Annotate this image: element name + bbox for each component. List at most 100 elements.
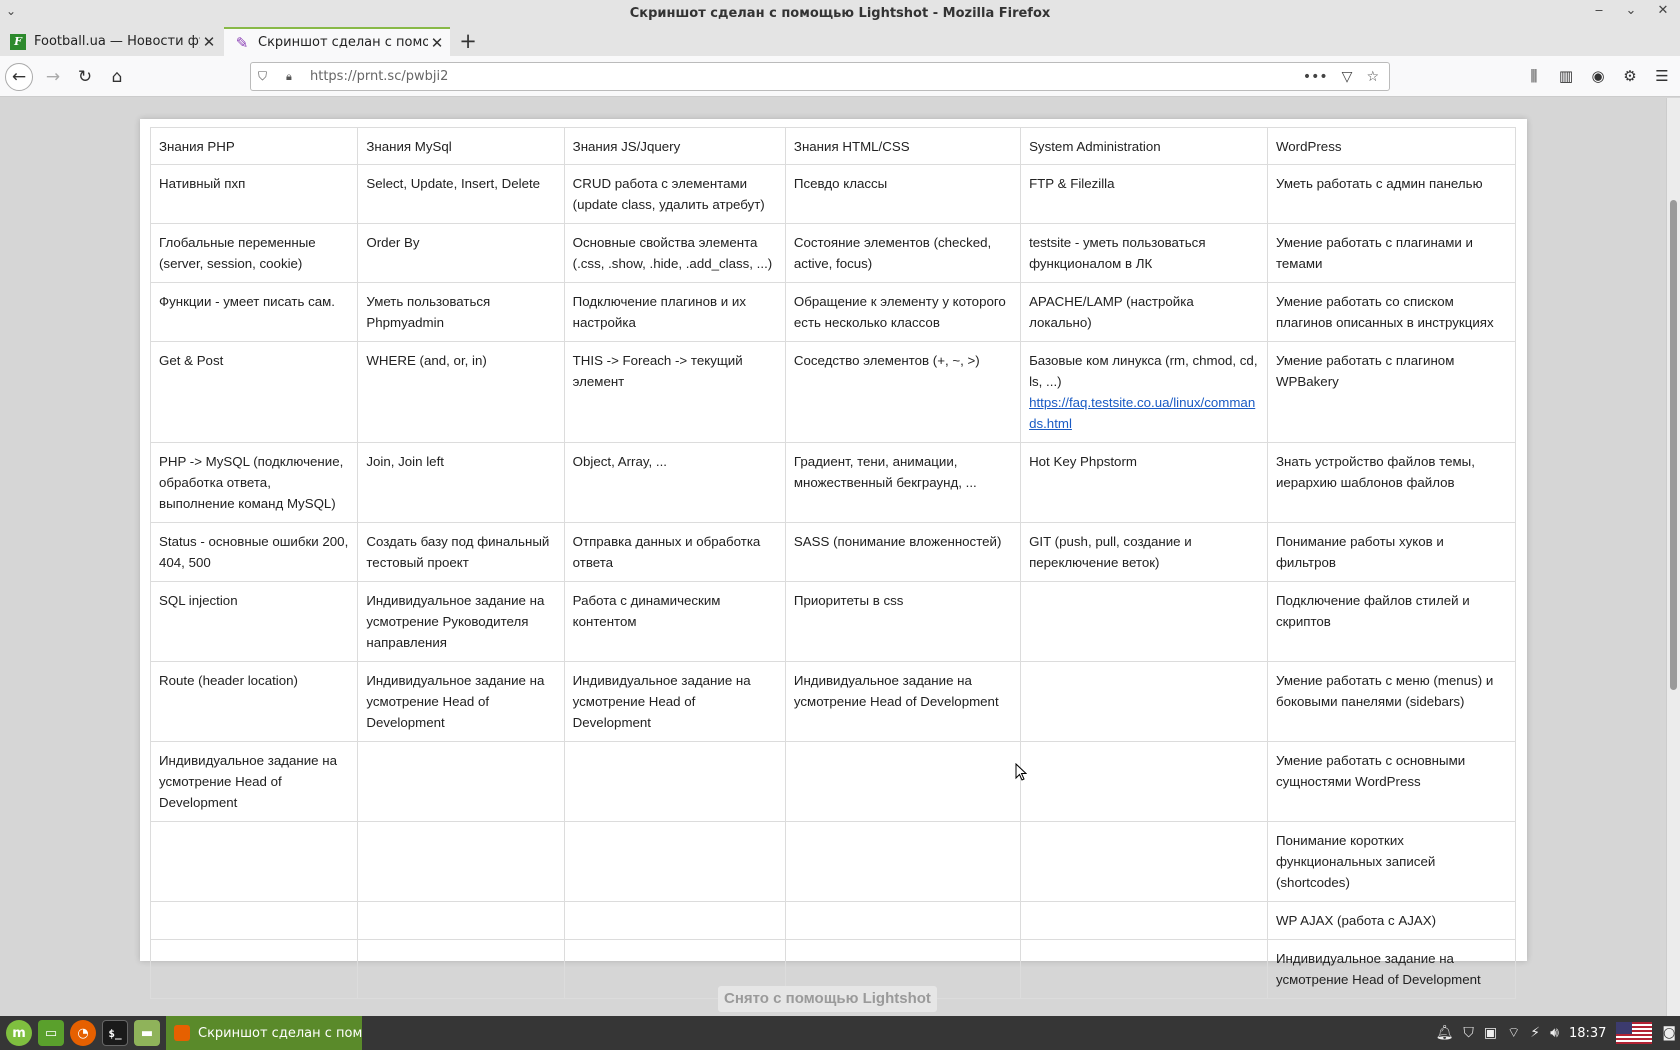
tab-football[interactable]: F Football.ua — Новости фу ✕: [0, 27, 222, 56]
table-cell: Умение работать с плагином WPBakery: [1266, 341, 1517, 443]
screenshot-app-icon[interactable]: ▣: [1484, 1025, 1497, 1041]
vertical-scrollbar[interactable]: [1666, 98, 1680, 1016]
bookmark-star-icon[interactable]: ☆: [1366, 69, 1379, 85]
cell-text: Join, Join left: [366, 454, 444, 469]
cell-text: SQL injection: [159, 593, 238, 608]
taskbar-window-label: Скриншот сделан с помо...: [198, 1025, 362, 1041]
table-cell: Уметь работать с админ панелью: [1266, 164, 1517, 224]
security-shield-icon[interactable]: ⛉: [1463, 1025, 1474, 1041]
table-cell: Индивидуальное задание на усмотрение Hea…: [784, 661, 1022, 742]
table-cell: [1020, 581, 1268, 662]
column-header: System Administration: [1020, 127, 1268, 165]
football-ua-icon: F: [10, 33, 26, 50]
table-cell: Уметь пользоваться Phpmyadmin: [357, 282, 565, 342]
table-cell: Знать устройство файлов темы, иерархию ш…: [1266, 442, 1517, 523]
table-cell: [784, 821, 1022, 902]
address-bar[interactable]: ⛉ 🔒︎ https://prnt.sc/pwbji2 ••• ▽ ☆: [250, 62, 1390, 91]
table-cell: [1020, 939, 1268, 999]
system-tray: 🔔︎ ⛉ ▣ ⌔ ⚡︎ 🔊︎ 18:37 ◙: [1436, 1016, 1680, 1050]
library-icon[interactable]: ⫼: [1524, 63, 1544, 89]
back-button[interactable]: ←: [5, 63, 33, 91]
linux-commands-link[interactable]: https://faq.testsite.co.ua/linux/command…: [1029, 395, 1255, 431]
cell-text: Умение работать с меню (menus) и боковым…: [1275, 673, 1494, 709]
files-launcher-icon[interactable]: ▬: [134, 1020, 160, 1046]
table-cell: [149, 821, 359, 902]
tab-lightshot[interactable]: ✎ Скриншот сделан с помо ✕: [224, 27, 450, 56]
cell-text: APACHE/LAMP (настройка локально): [1029, 294, 1194, 330]
table-row: Функции - умеет писать сам. Уметь пользов…: [149, 282, 1517, 342]
cell-text: Индивидуальное задание на усмотрение Рук…: [366, 593, 545, 650]
cell-text: Уметь работать с админ панелью: [1275, 176, 1483, 191]
cell-text: Умение работать с плагинами и темами: [1275, 235, 1473, 271]
start-menu-icon[interactable]: m: [6, 1020, 32, 1046]
url-text[interactable]: https://prnt.sc/pwbji2: [310, 69, 1303, 84]
reload-button[interactable]: ↻: [71, 63, 99, 91]
minimize-button[interactable]: ‒: [1590, 3, 1608, 18]
extension-icon[interactable]: ⚙: [1620, 63, 1640, 89]
maximize-button[interactable]: ⌄: [1622, 3, 1640, 18]
cell-text: Умение работать со списком плагинов опис…: [1275, 294, 1494, 330]
table-cell: [563, 901, 786, 940]
tracking-protection-icon[interactable]: ⛉: [258, 69, 278, 84]
wifi-icon[interactable]: ⌔: [1507, 1024, 1520, 1042]
cell-text: Подключение плагинов и их настройка: [572, 294, 746, 330]
cell-text: Select, Update, Insert, Delete: [366, 176, 541, 191]
table-cell: Индивидуальное задание на усмотрение Hea…: [357, 661, 565, 742]
table-cell: Get & Post: [149, 341, 359, 443]
table-cell: Отправка данных и обработка ответа: [563, 522, 786, 582]
volume-icon[interactable]: 🔊︎: [1550, 1025, 1559, 1041]
table-cell: Приоритеты в css: [784, 581, 1022, 662]
notifications-icon[interactable]: 🔔︎: [1436, 1025, 1454, 1041]
sidebar-icon[interactable]: ▥: [1556, 63, 1576, 89]
account-icon[interactable]: ◉: [1588, 63, 1608, 89]
table-cell: [149, 939, 359, 999]
new-tab-button[interactable]: +: [455, 29, 481, 54]
window-menu-icon[interactable]: ⌄: [6, 4, 16, 18]
table-cell: SQL injection: [149, 581, 359, 662]
keyboard-layout-flag-icon[interactable]: [1616, 1022, 1653, 1044]
table-cell: APACHE/LAMP (настройка локально): [1020, 282, 1268, 342]
taskbar-window-button[interactable]: Скриншот сделан с помо...: [166, 1016, 362, 1050]
hamburger-menu-icon[interactable]: ☰: [1652, 63, 1672, 89]
clock[interactable]: 18:37: [1569, 1026, 1606, 1041]
page-actions-icon[interactable]: •••: [1303, 69, 1328, 85]
cell-text: Route (header location): [159, 673, 298, 688]
page-content: Знания PHP Знания MySql Знания JS/Jquery…: [0, 98, 1666, 1016]
forward-button[interactable]: →: [39, 63, 67, 91]
pocket-icon[interactable]: ▽: [1342, 69, 1353, 85]
cell-text: Индивидуальное задание на усмотрение Hea…: [1275, 951, 1481, 987]
table-cell: Индивидуальное задание на усмотрение Hea…: [1266, 939, 1517, 999]
close-tab-icon[interactable]: ✕: [428, 34, 446, 52]
cell-text: Псевдо классы: [793, 176, 888, 191]
column-header: Знания PHP: [149, 127, 359, 165]
close-window-button[interactable]: ✕: [1654, 3, 1672, 18]
tab-label: Скриншот сделан с помо: [258, 35, 428, 50]
firefox-launcher-icon[interactable]: ◔: [70, 1020, 96, 1046]
terminal-launcher-icon[interactable]: $_: [102, 1020, 128, 1046]
lock-icon[interactable]: 🔒︎: [286, 70, 302, 84]
home-button[interactable]: ⌂: [103, 63, 131, 91]
table-row: SQL injection Индивидуальное задание на у…: [149, 581, 1517, 662]
table-cell: Индивидуальное задание на усмотрение Hea…: [149, 741, 359, 822]
table-cell: Object, Array, ...: [563, 442, 786, 523]
table-row: Route (header location) Индивидуальное за…: [149, 661, 1517, 742]
cell-text: Соседство элементов (+, ~, >): [793, 353, 980, 368]
table-cell: Подключение плагинов и их настройка: [563, 282, 786, 342]
table-cell: WHERE (and, or, in): [357, 341, 565, 443]
table-cell: Функции - умеет писать сам.: [149, 282, 359, 342]
table-cell: Умение работать с меню (menus) и боковым…: [1266, 661, 1517, 742]
power-icon[interactable]: ⚡︎: [1530, 1025, 1540, 1041]
table-cell: Работа с динамическим контентом: [563, 581, 786, 662]
scrollbar-thumb[interactable]: [1670, 200, 1677, 690]
column-header: Знания MySql: [357, 127, 565, 165]
table-cell: Обращение к элементу у которого есть нес…: [784, 282, 1022, 342]
table-cell: FTP & Filezilla: [1020, 164, 1268, 224]
table-cell: testsite - уметь пользоваться функционал…: [1020, 223, 1268, 283]
update-manager-icon[interactable]: ◙: [1662, 1025, 1676, 1041]
close-tab-icon[interactable]: ✕: [200, 33, 218, 51]
table-cell: Понимание коротких функциональных записе…: [1266, 821, 1517, 902]
lightshot-caption[interactable]: Снято с помощью Lightshot: [718, 986, 937, 1012]
cell-text: Hot Key Phpstorm: [1029, 454, 1137, 469]
show-desktop-icon[interactable]: ▭: [38, 1020, 64, 1046]
cell-text: testsite - уметь пользоваться функционал…: [1029, 235, 1206, 271]
